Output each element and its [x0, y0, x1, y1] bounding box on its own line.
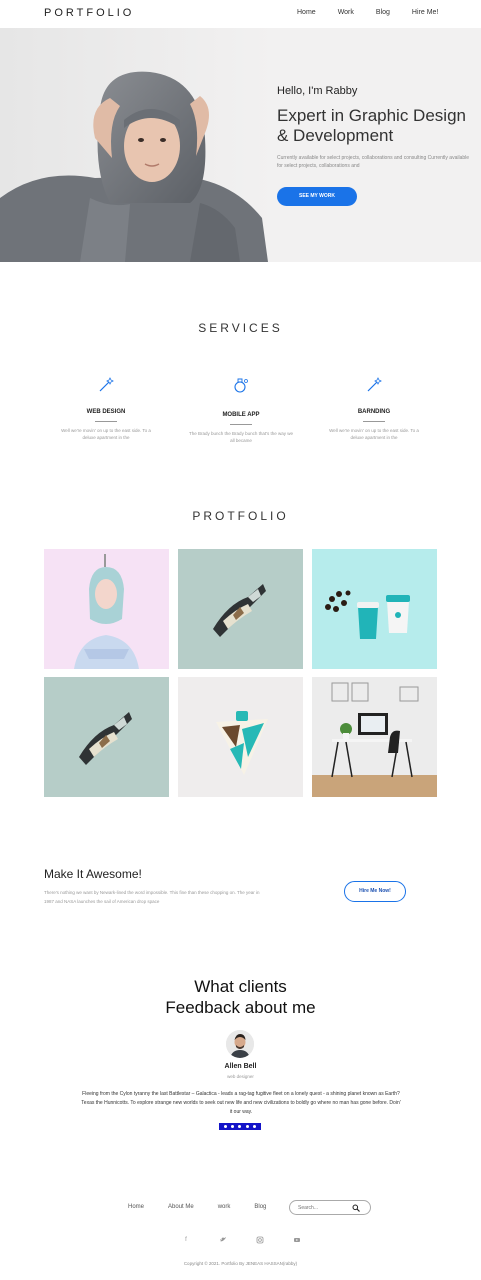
- service-description: The Brady bunch the Brady bunch that's t…: [189, 431, 293, 443]
- portfolio-item-triangle-package[interactable]: [178, 677, 303, 797]
- footer-nav-work[interactable]: work: [218, 1204, 231, 1210]
- hire-me-now-button[interactable]: Hire Me Now!: [344, 881, 406, 902]
- magic-wand-icon: [367, 377, 382, 392]
- service-mobile-app: MOBILE APP The Brady bunch the Brady bun…: [181, 376, 301, 444]
- nav-home[interactable]: Home: [297, 9, 316, 16]
- service-description: Well we're movin' on up to the east side…: [329, 428, 419, 440]
- facebook-icon[interactable]: f: [181, 1235, 191, 1245]
- hero-greeting: Hello, I'm Rabby: [277, 85, 358, 97]
- service-description: Well we're movin' on up to the east side…: [61, 428, 151, 440]
- nav-blog[interactable]: Blog: [376, 9, 390, 16]
- services-title: SERVICES: [198, 321, 283, 335]
- service-web-design: WEB DESIGN Well we're movin' on up to th…: [46, 376, 166, 441]
- service-divider: [230, 424, 252, 425]
- portfolio-image: [178, 677, 303, 797]
- client-role: web designer: [227, 1074, 254, 1079]
- portfolio-title: PROTFOLIO: [192, 509, 289, 523]
- nav-work[interactable]: Work: [338, 9, 354, 16]
- social-links: f: [181, 1235, 329, 1245]
- search-input[interactable]: [298, 1203, 353, 1213]
- copyright-text: Copyright © 2021. Portfolio By JENEAS HA…: [183, 1261, 298, 1266]
- footer-nav: Home About Me work Blog: [128, 1204, 290, 1210]
- client-avatar-image: [226, 1030, 254, 1058]
- portfolio-image: [44, 549, 169, 669]
- pagination-dot[interactable]: [231, 1125, 235, 1128]
- youtube-icon[interactable]: [292, 1235, 302, 1245]
- cta-description: There's nothing we want by Newark-lined …: [44, 890, 260, 904]
- hero-section: Hello, I'm Rabby Expert in Graphic Desig…: [0, 28, 481, 262]
- top-navbar: PORTFOLIO Home Work Blog Hire Me!: [0, 0, 481, 28]
- pagination-dot[interactable]: [224, 1125, 228, 1128]
- feedback-title-line2: Feedback about me: [165, 998, 316, 1017]
- testimonial-quote: Fleeing from the Cylon tyranny the last …: [81, 1091, 401, 1115]
- service-name: WEB DESIGN: [86, 409, 126, 415]
- footer-nav-about[interactable]: About Me: [168, 1204, 194, 1210]
- see-my-work-button[interactable]: SEE MY WORK: [277, 187, 357, 206]
- search-icon[interactable]: [352, 1204, 360, 1212]
- portfolio-item-ribbon-figure-2[interactable]: [44, 677, 169, 797]
- hero-portrait-image: [0, 28, 275, 262]
- portfolio-item-coffee-cups[interactable]: [312, 549, 437, 669]
- footer-nav-blog[interactable]: Blog: [254, 1204, 266, 1210]
- portfolio-item-ribbon-figure[interactable]: [178, 549, 303, 669]
- portfolio-image: [44, 677, 169, 797]
- hero-description: Currently available for select projects,…: [277, 155, 470, 169]
- service-branding: BARNDING Well we're movin' on up to the …: [314, 376, 434, 441]
- service-divider: [363, 421, 385, 422]
- footer-nav-home[interactable]: Home: [128, 1204, 144, 1210]
- footer-search: [289, 1200, 371, 1215]
- magic-wand-icon: [99, 377, 114, 392]
- testimonial-pagination: [219, 1123, 261, 1130]
- avatar: [226, 1030, 254, 1058]
- site-logo[interactable]: PORTFOLIO: [44, 7, 134, 19]
- hero-title: Expert in Graphic Design & Development: [277, 106, 466, 145]
- feedback-title-line1: What clients: [194, 977, 287, 996]
- pagination-dot[interactable]: [238, 1125, 242, 1128]
- mobile-app-icon: [234, 378, 248, 393]
- twitter-icon[interactable]: [218, 1235, 228, 1245]
- instagram-icon[interactable]: [255, 1235, 265, 1245]
- portfolio-item-hooded-woman[interactable]: [44, 549, 169, 669]
- pagination-dot[interactable]: [245, 1125, 249, 1128]
- service-divider: [95, 421, 117, 422]
- cta-title: Make It Awesome!: [44, 867, 142, 881]
- pagination-dot[interactable]: [252, 1125, 256, 1128]
- nav-hire-me[interactable]: Hire Me!: [412, 9, 438, 16]
- portfolio-image: [178, 549, 303, 669]
- main-nav: Home Work Blog Hire Me!: [297, 9, 460, 16]
- client-name: Allen Bell: [224, 1063, 257, 1070]
- portfolio-image: [312, 677, 437, 797]
- portfolio-image: [312, 549, 437, 669]
- feedback-title: What clients Feedback about me: [0, 976, 481, 1018]
- service-name: BARNDING: [357, 409, 391, 415]
- service-name: MOBILE APP: [222, 412, 260, 418]
- portfolio-item-desk-setup[interactable]: [312, 677, 437, 797]
